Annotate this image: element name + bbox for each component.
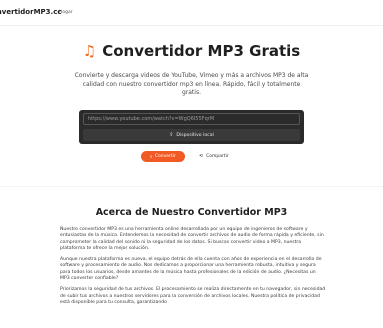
url-input[interactable] <box>83 113 300 125</box>
convert-button[interactable]: ⭳ Convertir <box>141 151 185 162</box>
about-paragraph: Nuestro convertidor MP3 es una herramien… <box>60 227 324 251</box>
share-label: Compartir <box>206 154 229 159</box>
local-device-button[interactable]: ⇪ Dispositivo local <box>83 129 300 141</box>
about-heading: Acerca de Nuestro Convertidor MP3 <box>95 207 288 218</box>
site-logo[interactable]: onvertidorMP3.cc <box>0 8 62 16</box>
download-icon: ⭳ <box>150 154 152 160</box>
about-paragraph: Priorizamos la seguridad de tus archivos… <box>60 287 326 305</box>
share-button[interactable]: ⟲ Compartir <box>192 151 236 162</box>
page-title-text: Convertidor MP3 Gratis <box>102 42 301 60</box>
about-section: Nuestro convertidor MP3 es una herramien… <box>60 227 326 311</box>
about-paragraph: Aunque nuestra plataforma es nueva, el e… <box>60 257 322 282</box>
share-icon: ⟲ <box>199 154 204 159</box>
section-divider <box>0 186 383 187</box>
convert-label: Convertir <box>154 154 176 159</box>
page-title: ♫ Convertidor MP3 Gratis <box>0 42 383 60</box>
page-subtitle: Convierte y descarga videos de YouTube, … <box>74 72 309 97</box>
upload-icon: ⇪ <box>169 132 174 138</box>
converter-panel: ⇪ Dispositivo local <box>79 110 304 144</box>
top-nav-bar: onvertidorMP3.cc Hogar <box>0 0 383 26</box>
music-note-icon: ♫ <box>82 42 97 60</box>
nav-link-home[interactable]: Hogar <box>59 10 73 15</box>
local-device-label: Dispositivo local <box>176 132 214 138</box>
